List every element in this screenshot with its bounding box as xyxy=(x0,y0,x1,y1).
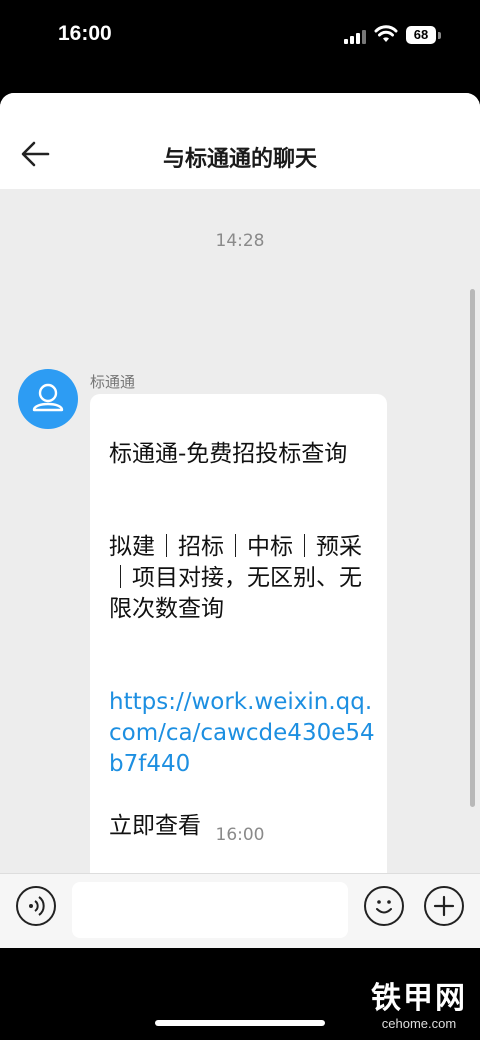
message-bubble[interactable]: 标通通-免费招投标查询 拟建｜招标｜中标｜预采｜项目对接，无区别、无限次数查询 … xyxy=(90,394,387,873)
message-headline: 标通通-免费招投标查询 xyxy=(109,441,348,467)
battery-nub xyxy=(438,32,441,39)
message-timestamp-2: 16:00 xyxy=(215,825,265,845)
watermark: 铁甲网 cehome.com xyxy=(364,981,474,1032)
battery-indicator: 68 xyxy=(406,26,436,44)
user-icon xyxy=(32,383,64,412)
home-indicator[interactable] xyxy=(155,1020,325,1026)
emoji-button[interactable] xyxy=(364,886,404,926)
input-bar xyxy=(0,873,480,948)
message-link[interactable]: https://work.weixin.qq.com/ca/cawcde430e… xyxy=(109,687,379,780)
watermark-logo: 铁甲网 xyxy=(371,981,467,1016)
more-button[interactable] xyxy=(424,886,464,926)
cellular-signal-icon xyxy=(344,30,368,44)
voice-icon xyxy=(29,896,45,916)
watermark-url: cehome.com xyxy=(381,1016,457,1031)
scrollbar[interactable] xyxy=(470,289,475,807)
message-body: 拟建｜招标｜中标｜预采｜项目对接，无区别、无限次数查询 xyxy=(109,534,362,622)
chat-sheet: 与标通通的聊天 14:28 标通通 标通通-免费招投标查询 拟建｜招标｜中标｜预… xyxy=(0,93,480,948)
message-text: 标通通-免费招投标查询 拟建｜招标｜中标｜预采｜项目对接，无区别、无限次数查询 … xyxy=(109,408,379,873)
message-timestamp: 14:28 xyxy=(215,231,265,251)
nav-bar: 与标通通的聊天 xyxy=(0,93,480,189)
page-title: 与标通通的聊天 xyxy=(162,147,317,172)
status-bar: 16:00 68 xyxy=(0,0,480,70)
sender-name: 标通通 xyxy=(90,373,136,391)
avatar[interactable] xyxy=(18,369,78,429)
status-time: 16:00 xyxy=(58,22,112,45)
wifi-icon xyxy=(374,25,398,42)
smiley-icon xyxy=(376,900,392,914)
voice-button[interactable] xyxy=(16,886,56,926)
chat-area[interactable]: 14:28 标通通 标通通-免费招投标查询 拟建｜招标｜中标｜预采｜项目对接，无… xyxy=(0,189,480,873)
plus-icon xyxy=(433,895,455,917)
message-input[interactable] xyxy=(72,882,348,938)
